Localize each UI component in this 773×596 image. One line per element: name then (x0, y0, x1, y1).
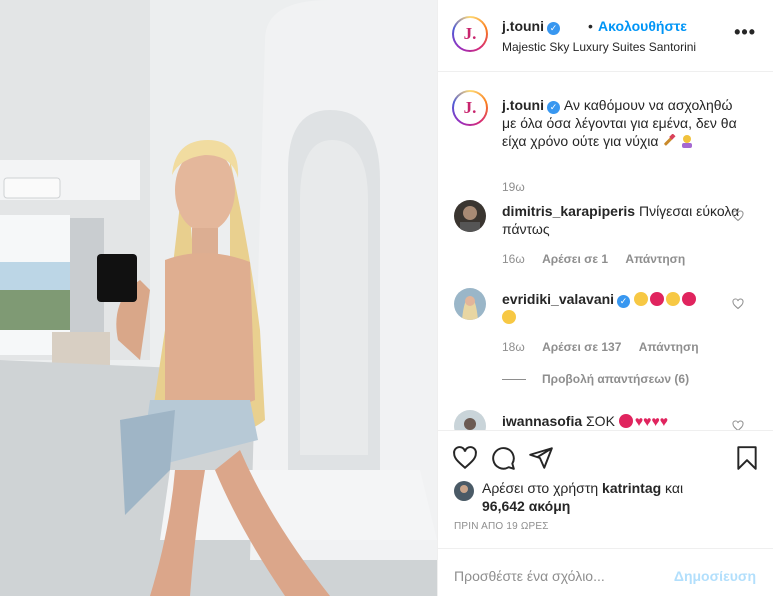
add-comment-input[interactable]: Προσθέστε ένα σχόλιο... (454, 568, 605, 584)
view-replies-line (502, 379, 526, 381)
caption-avatar[interactable]: J. (452, 90, 488, 126)
comment-like-heart-icon[interactable] (732, 298, 744, 310)
post-photo[interactable] (0, 0, 437, 596)
instagram-post: J. j.touni ✓ • Ακολουθήστε Majestic Sky L… (0, 0, 773, 596)
comment-text-block: evridiki_valavani ✓ (502, 290, 742, 326)
save-bookmark-icon[interactable] (734, 445, 760, 471)
add-comment-bar: Προσθέστε ένα σχόλιο... Δημοσίευση (438, 548, 773, 596)
comment-text-block: dimitris_karapiperis Πνίγεσαι εύκολα πάν… (502, 202, 742, 238)
woman-tipping-hand-emoji-icon (680, 134, 694, 148)
liker-avatar[interactable] (454, 481, 474, 501)
commenter-username[interactable]: dimitris_karapiperis (502, 203, 635, 219)
comments-section[interactable]: J. j.touni ✓ Αν καθόμουν να ασχοληθώ με ό… (438, 72, 773, 430)
post-actions: Αρέσει στο χρήστη katrintag και 96,642 α… (438, 430, 773, 566)
likes-suffix[interactable]: ακόμη (529, 498, 571, 514)
laughing-emoji-icon (665, 292, 680, 306)
avatar-letter: J. (463, 98, 477, 117)
comment-reply-button[interactable]: Απάντηση (625, 252, 685, 266)
likes-prefix: Αρέσει στο χρήστη (482, 480, 599, 496)
comment-reply-button[interactable]: Απάντηση (639, 340, 699, 354)
like-heart-icon[interactable] (452, 445, 478, 471)
post-side-panel: J. j.touni ✓ • Ακολουθήστε Majestic Sky L… (437, 0, 773, 596)
nail-polish-emoji-icon (662, 133, 676, 148)
heart-eyes-emoji-icon (649, 292, 664, 306)
likes-text: Αρέσει στο χρήστη katrintag και 96,642 α… (482, 479, 732, 515)
author-avatar[interactable]: J. (452, 16, 488, 52)
commenter-avatar[interactable] (454, 200, 486, 232)
likes-conj: και (665, 480, 684, 496)
header-separator: • (588, 18, 593, 34)
post-comment-button[interactable]: Δημοσίευση (674, 568, 756, 584)
post-header: J. j.touni ✓ • Ακολουθήστε Majestic Sky L… (438, 0, 773, 72)
laughing-emoji-icon (502, 310, 516, 324)
heart-eyes-emoji-icon (618, 414, 633, 428)
commenter-username[interactable]: iwannasofia (502, 413, 582, 429)
likes-count[interactable]: 96,642 (482, 498, 525, 514)
follow-button[interactable]: Ακολουθήστε (598, 18, 687, 34)
comment-text: ΣΟΚ (586, 413, 615, 429)
commenter-avatar[interactable] (454, 288, 486, 320)
comment-time[interactable]: 16ω (502, 252, 525, 266)
comment-time[interactable]: 18ω (502, 340, 525, 354)
red-hearts-emoji-icon: ♥♥♥♥ (634, 413, 669, 429)
comment-bubble-icon[interactable] (490, 445, 516, 471)
comment-meta: 16ω Αρέσει σε 1 Απάντηση (502, 252, 699, 266)
comment-like-heart-icon[interactable] (732, 420, 744, 430)
caption-username[interactable]: j.touni (502, 97, 544, 113)
comment-meta: 18ω Αρέσει σε 137 Απάντηση (502, 340, 713, 354)
comment-text-block: iwannasofia ΣΟΚ ♥♥♥♥ (502, 412, 742, 430)
post-timestamp[interactable]: ΠΡΙΝ ΑΠΟ 19 ΩΡΕΣ (454, 521, 549, 532)
liker-username[interactable]: katrintag (602, 480, 661, 496)
commenter-username[interactable]: evridiki_valavani (502, 291, 614, 307)
caption-meta: 19ω (502, 180, 539, 194)
caption-time[interactable]: 19ω (502, 180, 525, 194)
view-replies-label: Προβολή απαντήσεων (6) (542, 372, 690, 386)
more-options-icon[interactable]: ••• (734, 22, 756, 43)
share-send-icon[interactable] (528, 445, 554, 471)
photo-illustration (0, 0, 437, 596)
hearts-emoji-icon (681, 292, 696, 306)
author-username[interactable]: j.touni ✓ (502, 18, 560, 35)
commenter-avatar[interactable] (454, 410, 486, 430)
comment-likes[interactable]: Αρέσει σε 1 (542, 252, 608, 266)
avatar-letter: J. (463, 24, 477, 43)
comment-like-heart-icon[interactable] (732, 210, 744, 222)
view-replies-button[interactable]: Προβολή απαντήσεων (6) (502, 372, 689, 386)
comment-likes[interactable]: Αρέσει σε 137 (542, 340, 621, 354)
laughing-emoji-icon (633, 292, 648, 306)
location-link[interactable]: Majestic Sky Luxury Suites Santorini (502, 40, 696, 54)
caption-text-block: j.touni ✓ Αν καθόμουν να ασχοληθώ με όλα … (502, 96, 742, 150)
verified-badge-icon: ✓ (547, 101, 560, 114)
verified-badge-icon: ✓ (547, 22, 560, 35)
verified-badge-icon: ✓ (617, 295, 631, 308)
